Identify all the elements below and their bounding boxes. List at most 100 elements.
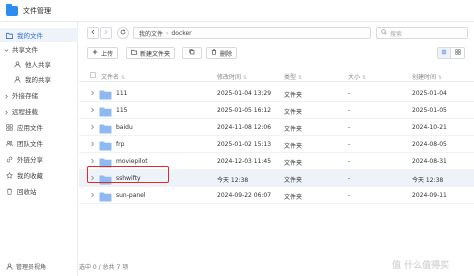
breadcrumb[interactable]: 我的文件 › docker <box>133 27 371 39</box>
table-row[interactable]: 111 2025-01-04 13:29 文件夹 - 2025-01-04 <box>79 85 474 102</box>
chevron-right-icon <box>4 109 9 114</box>
table-row[interactable]: baidu 2024-11-08 12:06 文件夹 - 2024-10-21 <box>79 119 474 136</box>
sidebar-item-recycle-bin[interactable]: 回收站 <box>0 184 78 198</box>
file-name: frp <box>116 141 125 148</box>
file-size: - <box>348 90 351 97</box>
chevron-right-icon[interactable] <box>90 107 95 113</box>
chevron-down-icon <box>4 47 9 52</box>
folder-icon <box>6 32 13 39</box>
modified-time: 2024-09-22 06:07 <box>217 192 272 199</box>
select-all-checkbox[interactable] <box>90 72 96 78</box>
breadcrumb-item-docker[interactable]: docker <box>171 30 191 37</box>
table-row[interactable]: 115 2025-01-05 16:12 文件夹 - 2025-01-05 <box>79 102 474 119</box>
created-time: 2024-08-05 <box>412 141 447 148</box>
upload-button[interactable]: 上传 <box>87 47 119 59</box>
file-type: 文件夹 <box>284 92 303 99</box>
copy-button[interactable] <box>182 47 202 59</box>
modified-time: 今天 12:38 <box>217 177 249 184</box>
file-type: 文件夹 <box>284 194 303 201</box>
file-name: baidu <box>116 124 133 131</box>
plus-icon <box>92 49 101 57</box>
grid-view-button[interactable] <box>451 47 465 59</box>
created-time: 2024-10-21 <box>412 124 447 131</box>
list-view-button[interactable] <box>437 47 451 59</box>
new-folder-button[interactable]: 新建文件夹 <box>126 47 176 59</box>
highlight-annotation-box <box>87 166 169 183</box>
created-time: 2025-01-05 <box>412 107 447 114</box>
sidebar-item-app-files[interactable]: 应用文件 <box>0 120 78 134</box>
column-type-header[interactable]: 类型 ⇅ <box>284 72 302 81</box>
status-bar: 选中 0 / 总共 7 项 <box>79 264 129 271</box>
link-icon <box>6 156 13 163</box>
modified-time: 2024-12-03 11:45 <box>217 158 272 165</box>
refresh-button[interactable] <box>117 27 129 39</box>
grid-icon <box>454 49 461 57</box>
table-row[interactable]: frp 2025-01-02 15:13 文件夹 - 2024-08-05 <box>79 136 474 153</box>
modified-time: 2025-01-05 16:12 <box>217 107 272 114</box>
forward-button[interactable] <box>100 27 112 39</box>
delete-button[interactable]: 删除 <box>206 47 238 59</box>
modified-time: 2024-11-08 12:06 <box>217 124 272 131</box>
sidebar-item-remote-mount[interactable]: 远程挂载 <box>0 104 78 118</box>
search-placeholder: 搜索 <box>390 30 403 38</box>
chevron-right-icon[interactable] <box>90 90 95 96</box>
created-time: 2025-01-04 <box>412 90 447 97</box>
sort-icon: ⇅ <box>243 75 248 81</box>
title-bar: 文件管理 <box>0 0 474 22</box>
file-size: - <box>348 192 351 199</box>
sort-icon: ⇅ <box>298 75 303 81</box>
app-folder-icon <box>6 3 18 16</box>
folder-icon <box>99 90 112 100</box>
file-type: 文件夹 <box>284 160 303 167</box>
view-toggle <box>437 47 465 59</box>
chevron-right-icon[interactable] <box>90 141 95 147</box>
file-name: sun-panel <box>116 192 146 199</box>
chevron-right-icon[interactable] <box>90 158 95 164</box>
file-size: - <box>348 158 351 165</box>
back-button[interactable] <box>87 27 99 39</box>
sort-icon: ⇅ <box>438 75 443 81</box>
chevron-right-icon[interactable] <box>90 124 95 130</box>
sidebar-item-external-storage[interactable]: 外接存储 <box>0 88 78 102</box>
admin-view-toggle[interactable]: 管理员视角 <box>6 262 46 271</box>
modified-time: 2025-01-04 13:29 <box>217 90 272 97</box>
created-time: 2024-08-31 <box>412 158 447 165</box>
column-created-header[interactable]: 创建时间 ⇅ <box>412 72 442 81</box>
chevron-right-icon <box>103 29 109 37</box>
sidebar-item-shared-files[interactable]: 共享文件 <box>0 42 78 56</box>
trash-icon <box>6 188 13 195</box>
chevron-right-icon[interactable] <box>90 192 95 198</box>
chevron-right-icon <box>4 93 9 98</box>
watermark: 值 什么值得买 <box>392 261 450 271</box>
app-title: 文件管理 <box>23 6 51 15</box>
trash-icon <box>211 49 220 57</box>
file-type: 文件夹 <box>284 126 303 133</box>
copy-icon <box>189 49 195 57</box>
admin-user-icon <box>6 263 13 270</box>
breadcrumb-item-my-files[interactable]: 我的文件 <box>139 29 163 38</box>
created-time: 2024-09-11 <box>412 192 447 199</box>
navigation-bar: 我的文件 › docker 搜索 <box>79 22 474 44</box>
main-panel: 我的文件 › docker 搜索 上传 新建文件夹 删除 文件名 ⇅ 修改时间 … <box>79 22 474 276</box>
sort-icon: ⇅ <box>121 75 126 81</box>
search-input[interactable]: 搜索 <box>376 27 468 39</box>
sidebar-item-my-shared[interactable]: 我的共享 <box>0 72 78 86</box>
file-type: 文件夹 <box>284 143 303 150</box>
table-row[interactable]: sun-panel 2024-09-22 06:07 文件夹 - 2024-09… <box>79 187 474 204</box>
column-size-header[interactable]: 大小 ⇅ <box>348 72 366 81</box>
sidebar-item-favorites[interactable]: 我的收藏 <box>0 168 78 182</box>
sidebar-item-external-share[interactable]: 外链分享 <box>0 152 78 166</box>
chevron-left-icon <box>90 29 96 37</box>
file-size: - <box>348 175 351 182</box>
sidebar-item-others-shared[interactable]: 他人共享 <box>0 57 78 71</box>
file-name: 111 <box>116 90 128 97</box>
column-name-header[interactable]: 文件名 ⇅ <box>101 72 125 81</box>
column-modified-header[interactable]: 修改时间 ⇅ <box>217 72 247 81</box>
sidebar-item-my-files[interactable]: 我的文件 <box>0 28 78 42</box>
file-size: - <box>348 124 351 131</box>
file-size: - <box>348 107 351 114</box>
table-header: 文件名 ⇅ 修改时间 ⇅ 类型 ⇅ 大小 ⇅ 创建时间 ⇅ <box>79 68 474 82</box>
sidebar-item-team-files[interactable]: 团队文件 <box>0 136 78 150</box>
file-type: 文件夹 <box>284 177 303 184</box>
folder-icon <box>99 124 112 134</box>
